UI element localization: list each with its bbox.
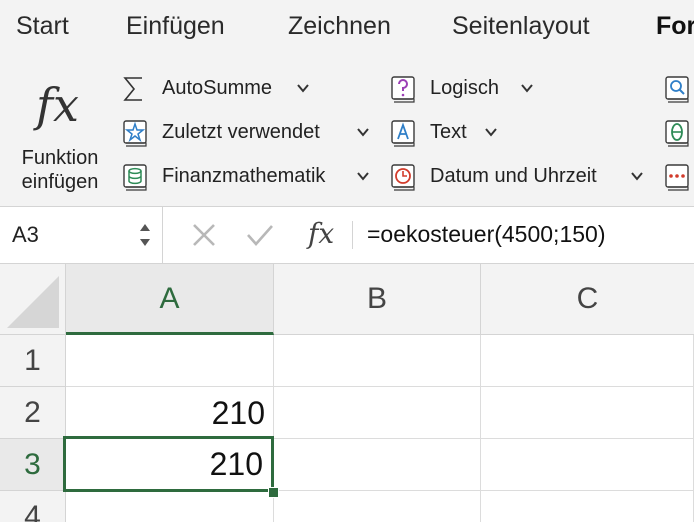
text-functions-button[interactable]: Text bbox=[390, 116, 510, 150]
formula-bar-divider bbox=[352, 221, 353, 249]
name-box-stepper-icon[interactable] bbox=[137, 219, 153, 251]
cell-a4[interactable] bbox=[66, 491, 274, 522]
autosum-button[interactable]: AutoSumme bbox=[122, 72, 322, 106]
star-book-icon bbox=[123, 120, 147, 147]
cancel-icon[interactable] bbox=[188, 219, 220, 251]
dots-book-icon bbox=[665, 164, 689, 191]
ribbon-panel: fx Funktion einfügen AutoSumme Zuletzt v… bbox=[0, 56, 694, 207]
tab-start[interactable]: Start bbox=[16, 12, 69, 41]
fx-icon: fx bbox=[36, 78, 79, 132]
cell-a2[interactable]: 210 bbox=[66, 387, 274, 439]
tab-seitenlayout[interactable]: Seitenlayout bbox=[452, 12, 590, 41]
fill-handle[interactable] bbox=[268, 487, 279, 498]
chevron-down-icon bbox=[297, 84, 309, 93]
database-book-icon bbox=[123, 164, 147, 191]
column-header-b[interactable]: B bbox=[274, 264, 481, 335]
tab-formeln[interactable]: For bbox=[656, 12, 694, 41]
cell-a3[interactable]: 210 bbox=[63, 436, 274, 492]
name-box[interactable]: A3 bbox=[0, 207, 163, 263]
cell-c2[interactable] bbox=[481, 387, 694, 439]
letter-a-book-icon bbox=[391, 120, 415, 147]
chevron-down-icon bbox=[357, 128, 369, 137]
cell-c4[interactable] bbox=[481, 491, 694, 522]
formula-bar: A3 fx =oekosteuer(4500;150) bbox=[0, 207, 694, 264]
confirm-check-icon[interactable] bbox=[244, 219, 276, 251]
theta-book-icon bbox=[665, 120, 689, 147]
insert-function-button[interactable]: fx Funktion einfügen bbox=[0, 56, 120, 206]
spreadsheet-grid: A B C 1 2 210 3 210 4 bbox=[0, 264, 694, 522]
cell-b4[interactable] bbox=[274, 491, 481, 522]
math-trig-button[interactable] bbox=[664, 116, 694, 150]
question-book-icon bbox=[391, 76, 415, 103]
formula-input[interactable]: =oekosteuer(4500;150) bbox=[367, 221, 605, 248]
date-time-button[interactable]: Datum und Uhrzeit bbox=[390, 160, 650, 194]
clock-book-icon bbox=[391, 164, 415, 191]
row-header-1[interactable]: 1 bbox=[0, 335, 66, 387]
cell-a1[interactable] bbox=[66, 335, 274, 387]
row-header-2[interactable]: 2 bbox=[0, 387, 66, 439]
chevron-down-icon bbox=[521, 84, 533, 93]
formula-bar-fx-icon[interactable]: fx bbox=[308, 217, 334, 250]
select-all-triangle-icon bbox=[7, 276, 59, 328]
search-book-icon bbox=[665, 76, 689, 103]
tab-einfuegen[interactable]: Einfügen bbox=[126, 12, 225, 41]
logical-button[interactable]: Logisch bbox=[390, 72, 550, 106]
column-header-a[interactable]: A bbox=[66, 264, 274, 335]
financial-button[interactable]: Finanzmathematik bbox=[122, 160, 377, 194]
select-all-corner[interactable] bbox=[0, 264, 66, 335]
insert-function-label: Funktion einfügen bbox=[21, 147, 99, 193]
chevron-down-icon bbox=[485, 128, 497, 137]
name-box-value[interactable]: A3 bbox=[12, 222, 39, 248]
tab-zeichnen[interactable]: Zeichnen bbox=[288, 12, 391, 41]
more-functions-button[interactable] bbox=[664, 160, 694, 194]
cell-c1[interactable] bbox=[481, 335, 694, 387]
row-header-4[interactable]: 4 bbox=[0, 491, 66, 522]
cell-b2[interactable] bbox=[274, 387, 481, 439]
column-header-c[interactable]: C bbox=[481, 264, 694, 335]
cell-c3[interactable] bbox=[481, 439, 694, 491]
cell-b3[interactable] bbox=[274, 439, 481, 491]
sigma-icon bbox=[123, 77, 142, 101]
lookup-reference-button[interactable] bbox=[664, 72, 694, 106]
recently-used-button[interactable]: Zuletzt verwendet bbox=[122, 116, 377, 150]
chevron-down-icon bbox=[357, 172, 369, 181]
chevron-down-icon bbox=[631, 172, 643, 181]
ribbon-tab-bar: Start Einfügen Zeichnen Seitenlayout For bbox=[0, 0, 694, 56]
cell-b1[interactable] bbox=[274, 335, 481, 387]
row-header-3[interactable]: 3 bbox=[0, 439, 66, 491]
